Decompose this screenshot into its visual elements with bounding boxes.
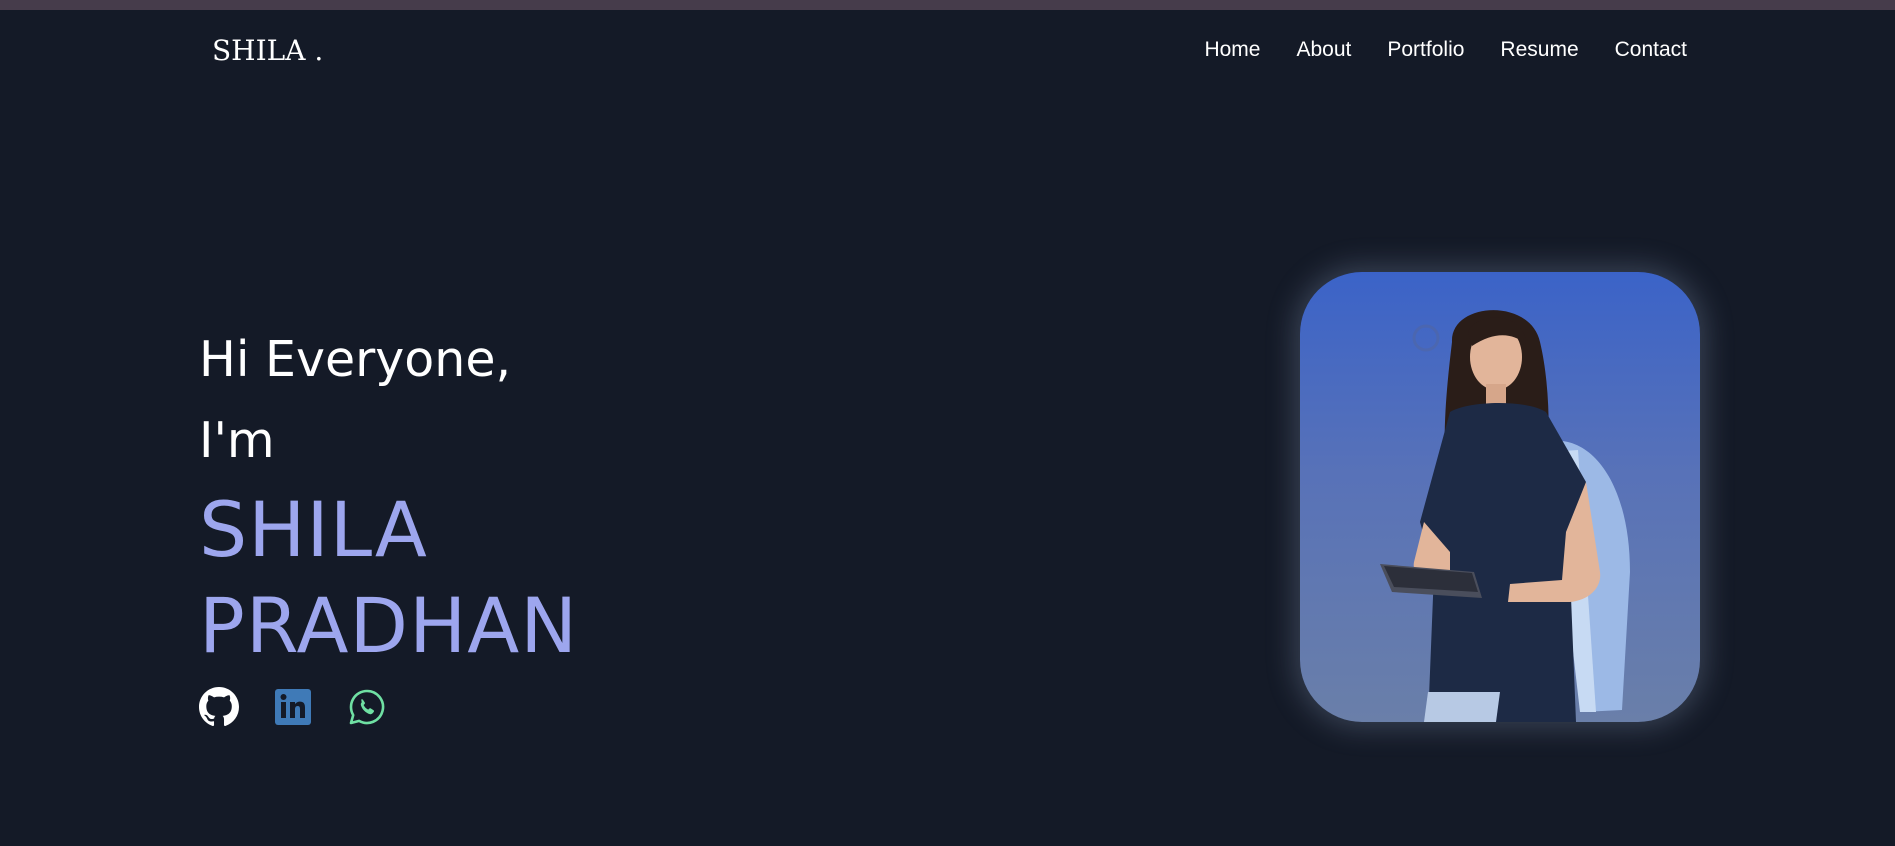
github-icon[interactable]	[199, 687, 239, 727]
profile-illustration	[1380, 310, 1630, 722]
hero-name-first: SHILA	[199, 485, 428, 574]
linkedin-icon[interactable]	[273, 687, 313, 727]
nav-item-contact[interactable]: Contact	[1615, 38, 1687, 62]
site-logo[interactable]: SHILA .	[212, 34, 323, 67]
nav-item-portfolio[interactable]: Portfolio	[1387, 38, 1464, 62]
social-links	[199, 687, 387, 727]
whatsapp-icon[interactable]	[347, 687, 387, 727]
hero-intro: I'm	[199, 412, 275, 469]
profile-photo	[1300, 272, 1700, 722]
nav-item-home[interactable]: Home	[1204, 38, 1260, 62]
hero-greeting: Hi Everyone,	[199, 331, 512, 388]
top-strip	[0, 0, 1895, 10]
hero-name-last: PRADHAN	[199, 581, 579, 670]
nav-item-about[interactable]: About	[1296, 38, 1351, 62]
main-nav: Home About Portfolio Resume Contact	[1204, 38, 1687, 62]
nav-item-resume[interactable]: Resume	[1500, 38, 1578, 62]
